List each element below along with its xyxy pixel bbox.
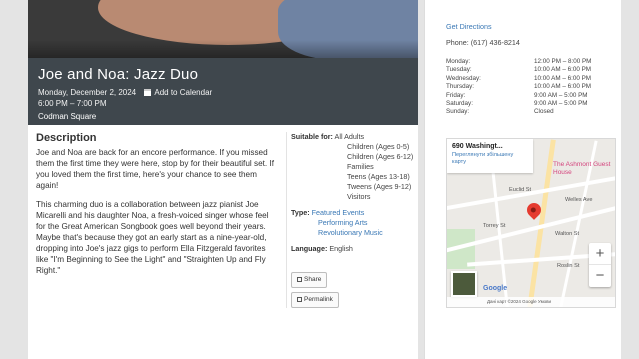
share-icon [297,277,302,282]
event-type: Type: Featured Events Performing Arts Re… [291,208,383,237]
map-place-card: 690 Washingt... Переглянути збільшену ка… [447,139,533,173]
description-heading: Description [36,132,97,144]
description-paragraph: This charming duo is a collaboration bet… [36,200,269,275]
get-directions-link[interactable]: Get Directions [446,22,492,31]
street-label: Walton St [555,231,580,237]
street-label: Euclid St [509,187,532,193]
event-title: Joe and Noa: Jazz Duo [38,66,199,83]
google-logo: Google [483,285,508,292]
street-label: Torrey St [483,223,506,229]
link-icon [297,297,302,302]
event-panel: Joe and Noa: Jazz Duo Monday, December 2… [28,0,418,359]
zoom-in-button[interactable]: + [589,243,611,265]
view-larger-map-link[interactable]: Переглянути збільшену карту [452,152,528,166]
hours-row: Friday: 9:00 AM – 5:00 PM [446,91,588,99]
satellite-toggle[interactable] [451,271,477,297]
map-place-name: 690 Washingt... [452,143,503,150]
event-date: Monday, December 2, 2024 [38,88,137,97]
permalink-button[interactable]: Permalink [291,292,339,308]
type-link[interactable]: Revolutionary Music [318,228,383,237]
branch-panel: Get Directions Phone: (617) 436-8214 Mon… [424,0,621,359]
event-location[interactable]: Codman Square [38,112,408,121]
event-description: Description Joe and Noa are back for an … [36,132,276,284]
description-paragraph: Joe and Noa are back for an encore perfo… [36,148,275,190]
map-poi-label: The Ashmont Guest House [553,161,611,176]
event-details: Suitable for: All Adults Children (Ages … [286,132,416,308]
branch-hours: Monday: 12:00 PM – 8:00 PM Tuesday: 10:00 … [446,58,616,117]
event-hero-image [28,0,418,58]
type-link[interactable]: Featured Events [312,208,365,217]
map-zoom-control: + − [589,243,611,287]
street-label: Welles Ave [565,197,593,203]
street-label: Roslin St [557,263,580,269]
hours-row: Monday: 12:00 PM – 8:00 PM [446,58,592,65]
share-button[interactable]: Share [291,272,328,288]
hours-row: Saturday: 9:00 AM – 5:00 PM [446,100,588,108]
hours-row: Wednesday: 10:00 AM – 6:00 PM [446,74,592,82]
hours-row: Tuesday: 10:00 AM – 6:00 PM [446,66,592,74]
hours-row: Sunday: Closed [446,108,554,116]
event-banner: Joe and Noa: Jazz Duo Monday, December 2… [28,58,418,125]
map-footer: Дані карт ©2024 Google Умови [447,297,615,307]
location-map[interactable]: Euclid St Welles Ave Torrey St Walton St… [446,138,616,308]
type-link[interactable]: Performing Arts [318,218,368,227]
add-to-calendar-link[interactable]: Add to Calendar [154,88,212,97]
event-language: Language: English [291,244,353,253]
branch-phone: Phone: (617) 436-8214 [446,38,520,47]
hours-row: Thursday: 10:00 AM – 6:00 PM [446,83,592,91]
zoom-out-button[interactable]: − [589,265,611,287]
event-time: 6:00 PM – 7:00 PM [38,99,107,108]
event-datetime: Monday, December 2, 2024 Add to Calendar… [38,87,408,109]
calendar-icon[interactable] [144,89,152,96]
suitable-for: Suitable for: All Adults Children (Ages … [291,132,414,201]
